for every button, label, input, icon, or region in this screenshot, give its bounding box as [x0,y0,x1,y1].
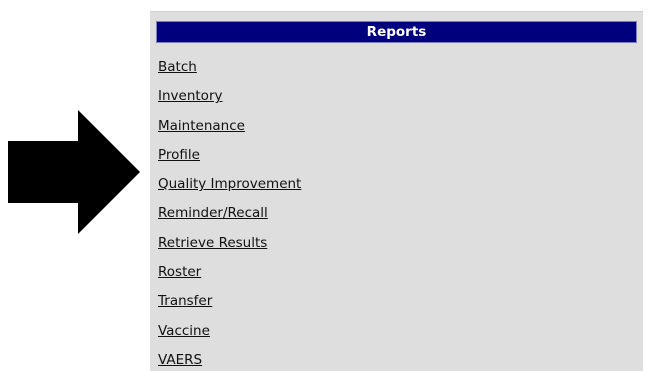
quality-improvement-link[interactable]: Quality Improvement [158,176,301,192]
menu-item: Transfer [158,292,301,321]
menu-item: Quality Improvement [158,175,301,204]
batch-link[interactable]: Batch [158,59,197,75]
vaccine-link[interactable]: Vaccine [158,323,210,339]
menu-item: Vaccine [158,322,301,351]
reports-menu: Batch Inventory Maintenance Profile Qual… [158,58,301,371]
menu-item: Batch [158,58,301,87]
right-arrow-icon [8,110,140,234]
maintenance-link[interactable]: Maintenance [158,118,245,134]
inventory-link[interactable]: Inventory [158,88,222,104]
retrieve-results-link[interactable]: Retrieve Results [158,235,267,251]
menu-item: VAERS [158,351,301,371]
reports-panel-title: Reports [156,21,637,43]
menu-item: Inventory [158,87,301,116]
roster-link[interactable]: Roster [158,264,201,280]
page: Reports Batch Inventory Maintenance Prof… [0,0,655,371]
profile-link[interactable]: Profile [158,147,200,163]
menu-item: Reminder/Recall [158,204,301,233]
menu-item: Roster [158,263,301,292]
reminder-recall-link[interactable]: Reminder/Recall [158,205,268,221]
menu-item: Maintenance [158,117,301,146]
reports-panel: Reports Batch Inventory Maintenance Prof… [150,11,643,371]
menu-item: Profile [158,146,301,175]
vaers-link[interactable]: VAERS [158,352,202,368]
menu-item: Retrieve Results [158,234,301,263]
transfer-link[interactable]: Transfer [158,293,212,309]
